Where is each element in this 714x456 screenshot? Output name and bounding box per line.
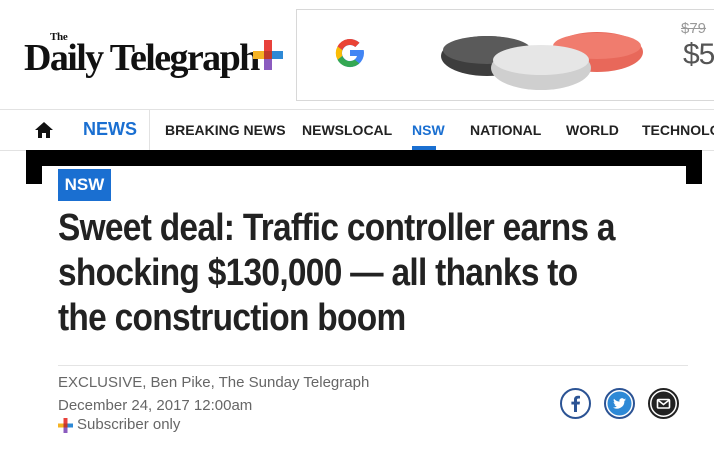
subscriber-plus-icon — [58, 418, 73, 433]
article-byline: EXCLUSIVE, Ben Pike, The Sunday Telegrap… — [58, 374, 370, 391]
article-headline: Sweet deal: Traffic controller earns a s… — [58, 207, 616, 339]
nav-item-nsw[interactable]: NSW — [412, 122, 445, 138]
section-tag[interactable]: NSW — [58, 169, 111, 201]
twitter-icon — [607, 391, 632, 416]
nav-item-newslocal[interactable]: NEWSLOCAL — [302, 122, 392, 138]
smart-speakers-image — [441, 32, 643, 90]
email-share-button[interactable] — [648, 388, 679, 419]
plus-icon — [253, 40, 283, 70]
home-icon[interactable] — [34, 121, 54, 139]
main-nav: NEWS BREAKING NEWS NEWSLOCAL NSW NATIONA… — [0, 109, 714, 151]
facebook-icon — [571, 395, 580, 412]
subscriber-only-label: Subscriber only — [77, 416, 181, 433]
site-logo[interactable]: The Daily Telegraph — [22, 30, 292, 79]
nav-item-breaking-news[interactable]: BREAKING NEWS — [165, 122, 286, 138]
nav-item-world[interactable]: WORLD — [566, 122, 619, 138]
advertisement-banner[interactable]: $79 $5 — [296, 9, 714, 101]
google-logo-icon — [335, 38, 365, 68]
nav-news[interactable]: NEWS — [83, 119, 137, 140]
nav-item-technology[interactable]: TECHNOLO — [642, 122, 714, 138]
ad-old-price: $79 — [681, 20, 707, 37]
divider — [58, 365, 688, 366]
nav-item-national[interactable]: NATIONAL — [470, 122, 541, 138]
twitter-share-button[interactable] — [604, 388, 635, 419]
email-icon — [651, 391, 676, 416]
logo-wordmark: Daily Telegraph — [24, 37, 260, 79]
nav-divider — [149, 110, 150, 150]
facebook-share-button[interactable] — [560, 388, 591, 419]
article-date: December 24, 2017 12:00am — [58, 397, 253, 414]
ad-new-price: $5 — [683, 38, 714, 71]
